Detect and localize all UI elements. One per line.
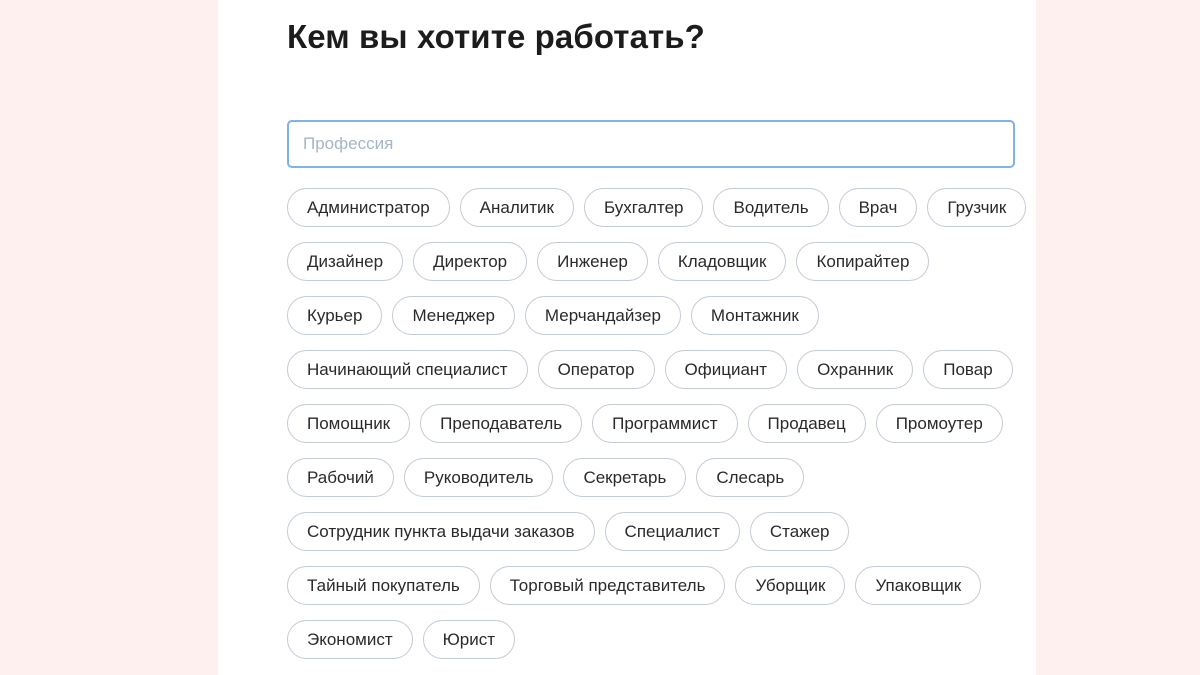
profession-chip[interactable]: Торговый представитель [489, 566, 726, 605]
profession-chip[interactable]: Официант [664, 350, 788, 389]
profession-chip[interactable]: Инженер [537, 242, 648, 281]
profession-chip[interactable]: Повар [923, 350, 1013, 389]
profession-chip[interactable]: Руководитель [403, 458, 554, 497]
profession-chip[interactable]: Помощник [287, 404, 411, 443]
profession-chip[interactable]: Юрист [422, 620, 516, 659]
page-title: Кем вы хотите работать? [287, 18, 705, 55]
profession-chip[interactable]: Специалист [604, 512, 740, 551]
profession-chip[interactable]: Экономист [287, 620, 413, 659]
profession-chip[interactable]: Грузчик [927, 188, 1027, 227]
profession-chip[interactable]: Директор [413, 242, 528, 281]
profession-chip[interactable]: Преподаватель [420, 404, 583, 443]
profession-chip[interactable]: Курьер [287, 296, 383, 335]
profession-chip[interactable]: Менеджер [392, 296, 515, 335]
profession-chip[interactable]: Копирайтер [796, 242, 930, 281]
profession-chip[interactable]: Тайный покупатель [287, 566, 480, 605]
profession-chip[interactable]: Уборщик [735, 566, 846, 605]
profession-chip[interactable]: Аналитик [459, 188, 574, 227]
profession-chip[interactable]: Кладовщик [657, 242, 787, 281]
profession-chip[interactable]: Начинающий специалист [287, 350, 528, 389]
profession-chip[interactable]: Водитель [713, 188, 829, 227]
profession-chip[interactable]: Оператор [537, 350, 655, 389]
profession-chip[interactable]: Мерчандайзер [524, 296, 681, 335]
profession-chip[interactable]: Бухгалтер [583, 188, 704, 227]
profession-chip[interactable]: Стажер [749, 512, 850, 551]
profession-chip[interactable]: Программист [592, 404, 738, 443]
profession-chip[interactable]: Упаковщик [855, 566, 982, 605]
profession-chip[interactable]: Промоутер [875, 404, 1003, 443]
profession-chip[interactable]: Слесарь [696, 458, 805, 497]
profession-chip[interactable]: Дизайнер [287, 242, 404, 281]
profession-chip[interactable]: Врач [838, 188, 918, 227]
profession-chip[interactable]: Секретарь [563, 458, 687, 497]
profession-chip[interactable]: Рабочий [287, 458, 394, 497]
profession-chip[interactable]: Монтажник [690, 296, 819, 335]
profession-search-input[interactable] [287, 120, 1015, 168]
profession-chip[interactable]: Сотрудник пункта выдачи заказов [287, 512, 595, 551]
profession-chip[interactable]: Охранник [797, 350, 914, 389]
profession-chip[interactable]: Администратор [287, 188, 450, 227]
profession-chip-list: Администратор Аналитик Бухгалтер Водител… [287, 188, 1027, 659]
profession-chip[interactable]: Продавец [747, 404, 866, 443]
